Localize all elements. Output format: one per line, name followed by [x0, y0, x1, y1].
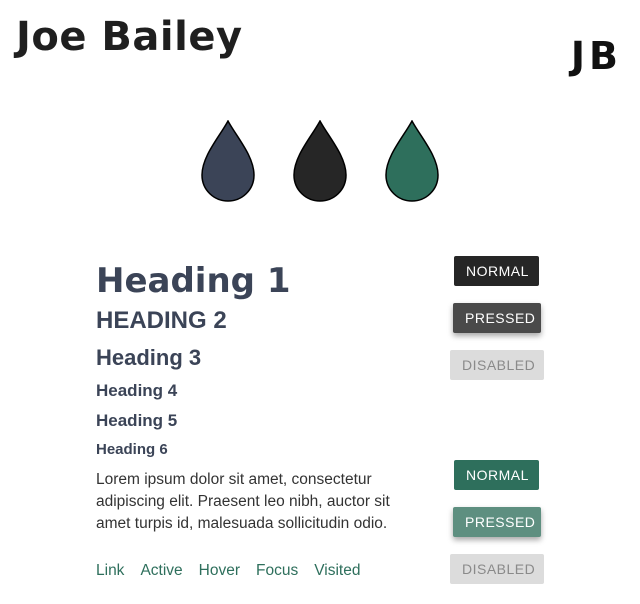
heading-6: Heading 6	[96, 441, 168, 458]
monogram-logo: JB	[570, 34, 622, 78]
link-focus[interactable]: Focus	[256, 562, 298, 580]
link-normal[interactable]: Link	[96, 562, 124, 580]
swatch-green-drop-icon	[385, 120, 439, 202]
heading-5: Heading 5	[96, 411, 178, 430]
heading-3: Heading 3	[96, 345, 202, 370]
heading-2: HEADING 2	[96, 307, 227, 334]
swatch-slate-drop-icon	[201, 120, 255, 202]
link-visited[interactable]: Visited	[314, 562, 360, 580]
dark-normal-button[interactable]: NORMAL	[454, 256, 539, 286]
brand-name: Joe Bailey	[16, 14, 243, 60]
swatch-charcoal-drop-icon	[293, 120, 347, 202]
green-pressed-button[interactable]: PRESSED	[453, 507, 541, 537]
heading-samples: Heading 1 HEADING 2 Heading 3 Heading 4 …	[96, 258, 396, 462]
link-active[interactable]: Active	[140, 562, 182, 580]
body-paragraph: Lorem ipsum dolor sit amet, consectetur …	[96, 471, 390, 532]
heading-4: Heading 4	[96, 381, 178, 400]
dark-disabled-button: DISABLED	[450, 350, 544, 380]
green-disabled-button: DISABLED	[450, 554, 544, 584]
link-hover[interactable]: Hover	[199, 562, 240, 580]
green-normal-button[interactable]: NORMAL	[454, 460, 539, 490]
heading-1: Heading 1	[96, 261, 291, 301]
link-states: Link Active Hover Focus Visited	[96, 562, 360, 580]
dark-pressed-button[interactable]: PRESSED	[453, 303, 541, 333]
